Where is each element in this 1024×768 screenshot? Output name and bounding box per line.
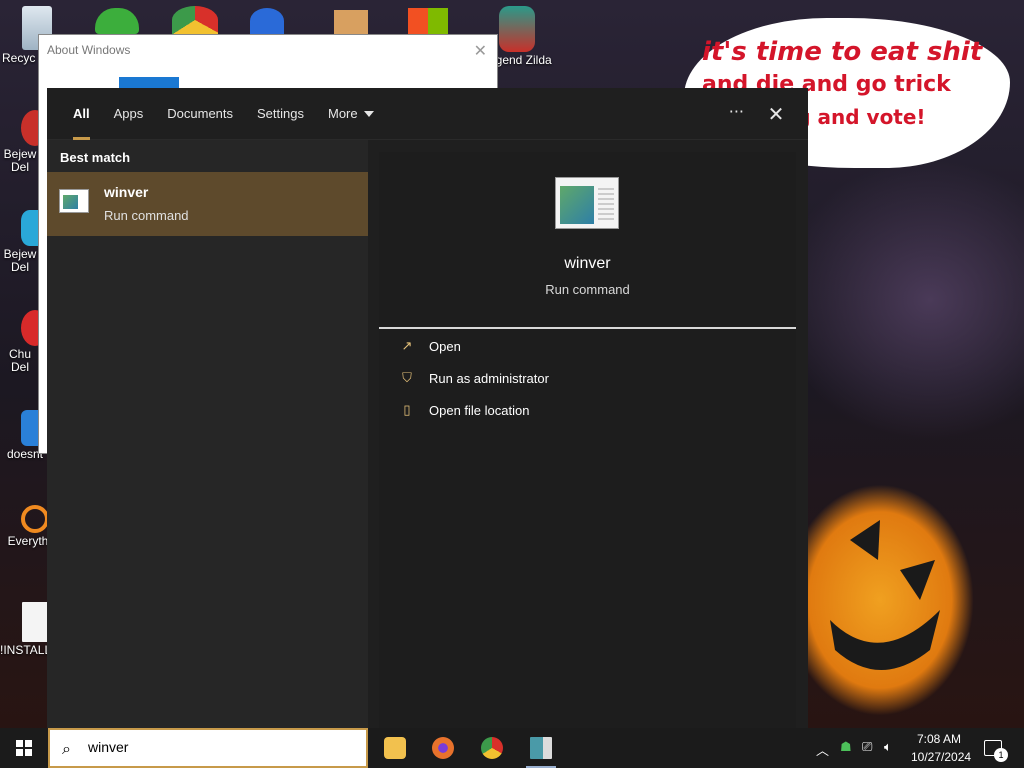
desktop-icon-chrome[interactable] xyxy=(172,6,218,34)
everything-search-icon xyxy=(21,505,49,533)
action-label: Run as administrator xyxy=(429,370,549,386)
taskbar-firefox[interactable] xyxy=(420,728,466,768)
desktop-icon-microsoft[interactable] xyxy=(408,8,448,34)
open-icon: ↗ xyxy=(401,338,413,353)
tab-settings[interactable]: Settings xyxy=(245,88,316,140)
action-open[interactable]: ↗ Open xyxy=(399,334,461,358)
taskbar-winver[interactable] xyxy=(518,728,564,768)
desktop-icon-label: !INSTALL xyxy=(0,643,52,657)
tab-more-label: More xyxy=(328,105,358,121)
speech-line-1: it's time to eat shit xyxy=(702,37,983,67)
close-button[interactable]: ✕ xyxy=(764,102,788,126)
action-label: Open file location xyxy=(429,402,530,418)
desktop-icon-app-2[interactable] xyxy=(334,10,368,34)
search-tabs: All Apps Documents Settings More ··· ✕ xyxy=(47,88,808,140)
clock-time[interactable]: 7:08 AM xyxy=(917,732,961,746)
search-input[interactable] xyxy=(88,739,348,755)
preview-type: Run command xyxy=(545,282,630,297)
desktop-icon-label: Chu Del xyxy=(8,347,31,374)
document-icon xyxy=(22,602,48,642)
winver-icon xyxy=(530,737,552,759)
folder-icon xyxy=(384,737,406,759)
best-match-result[interactable]: winver Run command xyxy=(47,172,368,236)
notification-count-badge: 1 xyxy=(994,748,1008,762)
run-command-large-icon xyxy=(555,177,619,229)
results-pane: Best match winver Run command xyxy=(47,140,368,728)
desktop-icon-label: Bejew Del xyxy=(3,147,37,174)
pumpkin-decoration xyxy=(830,520,940,670)
preview-divider xyxy=(379,327,796,329)
start-button[interactable] xyxy=(0,728,48,768)
chrome-icon xyxy=(481,737,503,759)
result-name: winver xyxy=(104,184,149,200)
desktop-icon-app[interactable] xyxy=(250,8,284,34)
best-match-heading: Best match xyxy=(60,150,131,165)
search-icon: ⌕ xyxy=(62,739,71,758)
tab-all[interactable]: All xyxy=(61,88,102,140)
taskbar-chrome[interactable] xyxy=(469,728,515,768)
more-options-button[interactable]: ··· xyxy=(729,88,744,140)
taskbar-file-explorer[interactable] xyxy=(372,728,418,768)
result-type: Run command xyxy=(104,208,189,223)
file-location-icon: ▯ xyxy=(403,402,411,417)
desktop-icon-label: Bejew Del xyxy=(3,247,37,274)
action-label: Open xyxy=(429,338,461,354)
about-window-title: About Windows xyxy=(47,43,131,57)
chevron-up-icon[interactable]: ︿ xyxy=(816,740,829,759)
taskbar: ⌕ ︿ ☗ ⎚ 🔈︎ 7:08 AM 10/27/2024 1 xyxy=(0,728,1024,768)
about-window-close-button[interactable]: ✕ xyxy=(474,41,487,60)
taskbar-search-box[interactable]: ⌕ xyxy=(48,728,368,768)
action-run-as-administrator[interactable]: ⛉ Run as administrator xyxy=(399,366,549,390)
tab-documents[interactable]: Documents xyxy=(155,88,245,140)
search-flyout: All Apps Documents Settings More ··· ✕ B… xyxy=(47,88,808,728)
people-icon[interactable]: ☗ xyxy=(840,740,852,755)
network-icon[interactable]: ⎚ xyxy=(862,740,872,755)
windows-logo-icon xyxy=(16,740,32,756)
firefox-icon xyxy=(432,737,454,759)
preview-pane: winver Run command ↗ Open ⛉ Run as admin… xyxy=(379,152,796,728)
tab-more[interactable]: More xyxy=(316,88,386,140)
preview-name: winver xyxy=(564,255,611,272)
tab-apps[interactable]: Apps xyxy=(102,88,156,140)
volume-icon[interactable]: 🔈︎ xyxy=(884,740,892,755)
shield-icon: ⛉ xyxy=(402,370,412,385)
action-open-file-location[interactable]: ▯ Open file location xyxy=(399,398,529,422)
chevron-down-icon xyxy=(363,111,374,118)
clock-date[interactable]: 10/27/2024 xyxy=(911,750,971,764)
run-command-icon xyxy=(59,189,89,213)
game-character-icon xyxy=(499,6,535,52)
